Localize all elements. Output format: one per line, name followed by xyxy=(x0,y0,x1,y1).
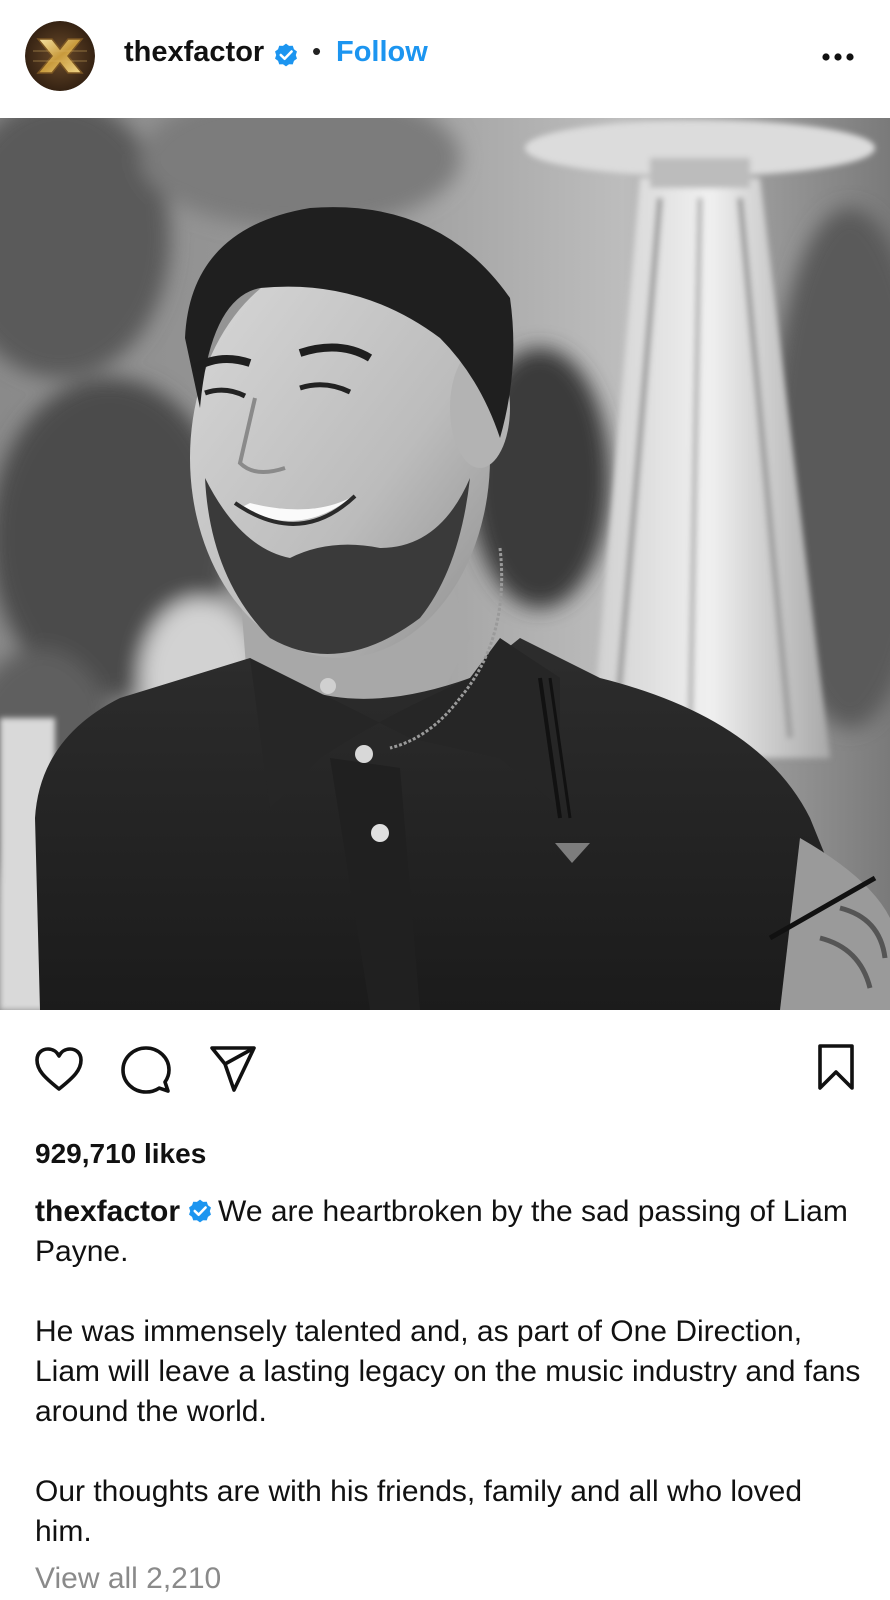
verified-badge-icon xyxy=(275,43,297,67)
separator-dot: • xyxy=(312,36,322,66)
more-options-icon[interactable] xyxy=(820,47,860,67)
send-icon[interactable] xyxy=(208,1044,258,1094)
bookmark-icon[interactable] xyxy=(816,1042,856,1092)
post-image xyxy=(0,118,890,1010)
caption-text-3: Our thoughts are with his friends, famil… xyxy=(35,1475,803,1548)
caption-username[interactable]: thexfactor xyxy=(35,1195,180,1228)
action-bar xyxy=(0,1040,890,1110)
avatar[interactable] xyxy=(25,21,95,91)
follow-button[interactable]: Follow xyxy=(336,36,428,69)
post-username[interactable]: thexfactor xyxy=(124,36,264,69)
post-caption: thexfactor We are heartbroken by the sad … xyxy=(35,1192,865,1592)
verified-badge-icon xyxy=(189,1199,212,1223)
likes-count[interactable]: 929,710 likes xyxy=(35,1138,206,1170)
x-factor-logo-icon xyxy=(25,21,95,91)
caption-paragraph: thexfactor We are heartbroken by the sad … xyxy=(35,1192,865,1272)
heart-icon[interactable] xyxy=(34,1046,84,1092)
post-header: thexfactor • Follow xyxy=(0,0,890,118)
caption-text-2: He was immensely talented and, as part o… xyxy=(35,1315,861,1428)
view-all-comments-link[interactable]: View all 2,210 xyxy=(35,1562,221,1596)
post-photo[interactable] xyxy=(0,118,890,1010)
comment-icon[interactable] xyxy=(120,1044,172,1094)
